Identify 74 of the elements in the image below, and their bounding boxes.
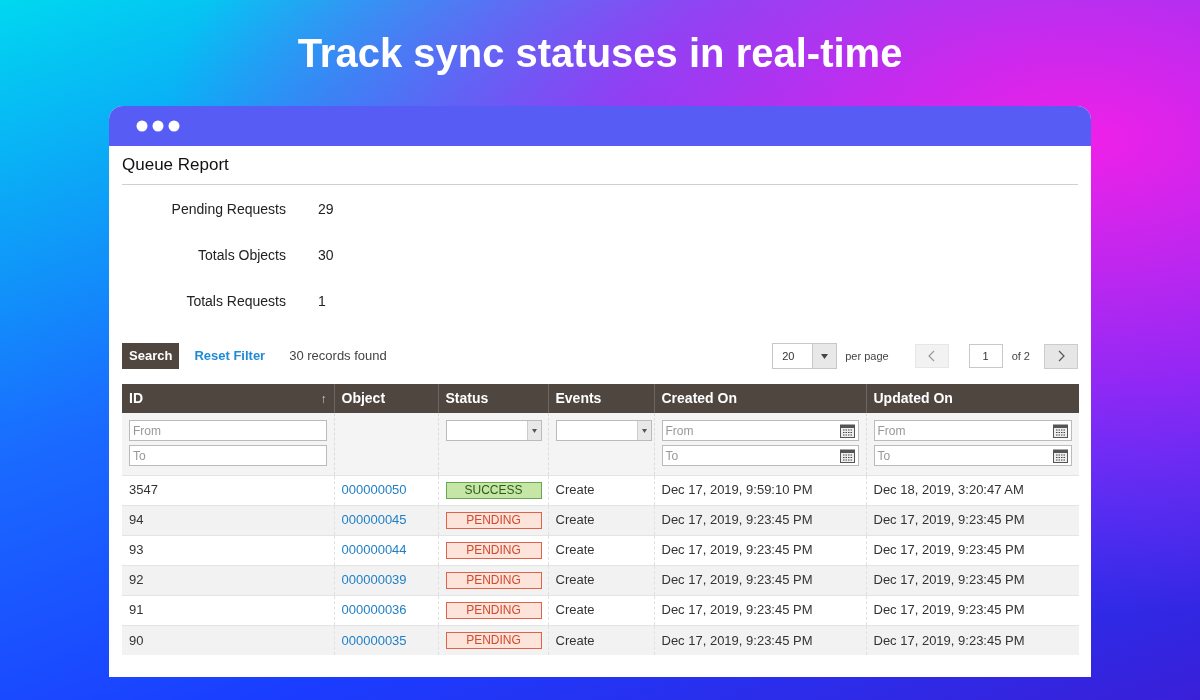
event-cell: Create xyxy=(555,632,595,648)
column-header[interactable]: Created On xyxy=(661,388,737,409)
event-cell: Create xyxy=(555,542,595,558)
caret-icon xyxy=(531,428,537,433)
status-badge: PENDING xyxy=(445,601,542,619)
id-cell: 3547 xyxy=(129,482,158,498)
date-cell: Dec 17, 2019, 9:23:45 PM xyxy=(873,602,1025,618)
stat-label: Totals Objects xyxy=(198,245,286,265)
status-badge: SUCCESS xyxy=(445,481,542,499)
object-link[interactable]: 000000044 xyxy=(341,542,407,558)
stat-label: Pending Requests xyxy=(171,199,286,219)
column-header[interactable]: ID xyxy=(129,388,143,409)
search-button[interactable]: Search xyxy=(122,343,180,369)
page-total: of 2 xyxy=(1011,348,1030,364)
id-cell: 93 xyxy=(129,542,144,558)
column-header[interactable]: Events xyxy=(555,388,602,409)
event-cell: Create xyxy=(555,512,595,528)
date-cell: Dec 17, 2019, 9:59:10 PM xyxy=(661,482,813,498)
column-header[interactable]: Updated On xyxy=(873,388,953,409)
chevron-left-icon xyxy=(928,350,936,362)
column-header[interactable]: Object xyxy=(341,388,386,409)
date-cell: Dec 17, 2019, 9:23:45 PM xyxy=(661,632,813,648)
filter-date-field[interactable]: To xyxy=(873,445,1072,466)
id-cell: 94 xyxy=(129,512,144,528)
event-cell: Create xyxy=(555,572,595,588)
id-cell: 90 xyxy=(129,632,144,648)
date-cell: Dec 17, 2019, 9:23:45 PM xyxy=(661,512,813,528)
id-cell: 92 xyxy=(129,572,144,588)
filter-date-field[interactable]: From xyxy=(661,420,859,441)
date-cell: Dec 18, 2019, 3:20:47 AM xyxy=(873,482,1024,498)
column-header[interactable]: Status xyxy=(445,388,489,409)
stat-value: 1 xyxy=(318,291,326,311)
status-badge: PENDING xyxy=(445,511,542,529)
date-cell: Dec 17, 2019, 9:23:45 PM xyxy=(873,542,1025,558)
object-link[interactable]: 000000039 xyxy=(341,572,407,588)
status-badge: PENDING xyxy=(445,541,542,559)
page-title: Queue Report xyxy=(122,154,229,177)
calendar-icon[interactable] xyxy=(839,448,855,463)
per-page-select[interactable]: 20 xyxy=(772,343,838,369)
chevron-right-icon xyxy=(1057,350,1065,362)
id-cell: 91 xyxy=(129,602,144,618)
reset-filter-link[interactable]: Reset Filter xyxy=(194,346,266,366)
filter-date-field[interactable]: To xyxy=(661,445,859,466)
object-link[interactable]: 000000045 xyxy=(341,512,407,528)
window-dots-icon xyxy=(136,120,180,132)
caret-icon xyxy=(821,353,829,359)
date-cell: Dec 17, 2019, 9:23:45 PM xyxy=(661,602,813,618)
calendar-icon[interactable] xyxy=(1053,448,1068,463)
headline: Track sync statuses in real-time xyxy=(297,30,903,77)
date-cell: Dec 17, 2019, 9:23:45 PM xyxy=(873,572,1025,588)
object-link[interactable]: 000000050 xyxy=(341,482,407,498)
stat-label: Totals Requests xyxy=(186,291,286,311)
page-number-field[interactable]: 1 xyxy=(968,344,1003,368)
caret-icon xyxy=(641,428,647,433)
filter-field[interactable]: To xyxy=(129,445,327,466)
calendar-icon[interactable] xyxy=(1053,423,1068,438)
records-count: 30 records found xyxy=(289,347,387,366)
date-cell: Dec 17, 2019, 9:23:45 PM xyxy=(873,512,1025,528)
per-page-label: per page xyxy=(845,348,889,364)
stat-value: 30 xyxy=(318,245,334,265)
event-cell: Create xyxy=(555,602,595,618)
filter-date-field[interactable]: From xyxy=(873,420,1072,441)
date-cell: Dec 17, 2019, 9:23:45 PM xyxy=(661,572,813,588)
status-badge: PENDING xyxy=(445,571,542,589)
event-cell: Create xyxy=(555,482,595,498)
calendar-icon[interactable] xyxy=(839,423,855,438)
date-cell: Dec 17, 2019, 9:23:45 PM xyxy=(873,632,1025,648)
sort-indicator[interactable]: ↑ xyxy=(320,389,327,408)
stat-value: 29 xyxy=(318,199,334,219)
object-link[interactable]: 000000036 xyxy=(341,602,407,618)
filter-field[interactable]: From xyxy=(129,420,327,441)
date-cell: Dec 17, 2019, 9:23:45 PM xyxy=(661,542,813,558)
object-link[interactable]: 000000035 xyxy=(341,632,407,648)
status-badge: PENDING xyxy=(445,631,542,649)
